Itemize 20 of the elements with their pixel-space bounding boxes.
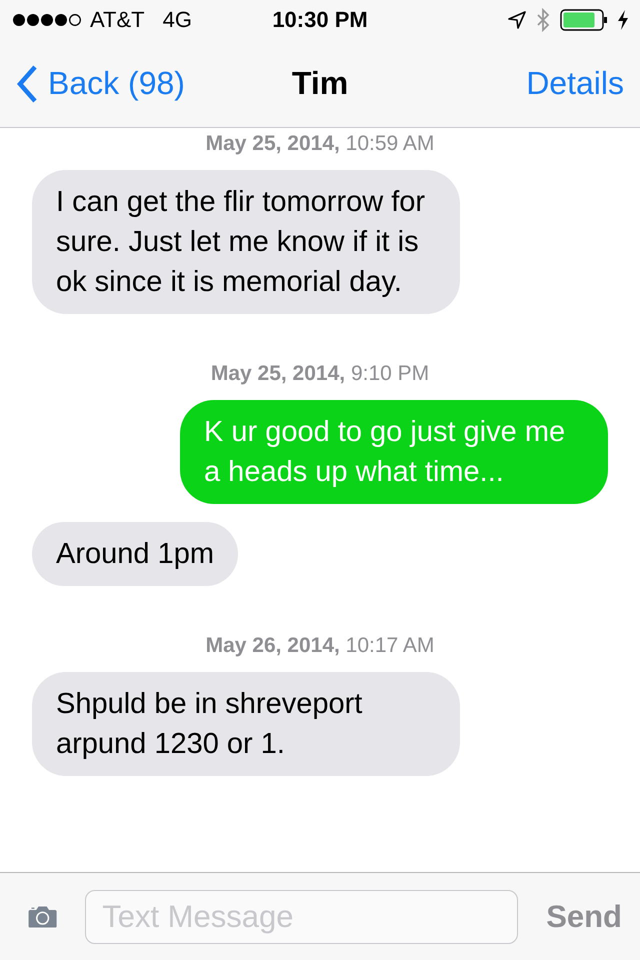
bluetooth-icon xyxy=(536,8,550,32)
carrier-name: AT&T xyxy=(90,7,145,33)
message-timestamp: May 26, 2014, 10:17 AM xyxy=(206,634,434,658)
message-timestamp: May 25, 2014, 9:10 PM xyxy=(210,362,430,386)
back-link[interactable]: Back (98) xyxy=(48,65,185,102)
received-message-bubble: I can get the flir tomorrow for sure. Just let me know if it is ok since it is memorial day. xyxy=(32,170,460,314)
location-arrow-icon xyxy=(508,11,526,29)
message-timestamp: May 25, 2014, 10:59 AM xyxy=(206,132,434,156)
contact-name: Tim xyxy=(292,65,348,102)
battery-icon xyxy=(560,9,608,31)
sent-message-bubble: K ur good to go just give me a heads up what time... xyxy=(180,400,608,504)
received-message-bubble: Shpuld be in shreveport arpund 1230 or 1. xyxy=(32,672,460,776)
send-button[interactable]: Send xyxy=(546,898,622,934)
network-type: 4G xyxy=(162,7,192,33)
received-message-bubble: Around 1pm xyxy=(32,522,238,586)
charging-bolt-icon xyxy=(618,10,628,30)
clock-time: 10:30 PM xyxy=(272,7,368,33)
signal-icon xyxy=(12,13,82,27)
back-chevron-icon[interactable] xyxy=(16,64,38,104)
details-link[interactable]: Details xyxy=(348,65,624,102)
